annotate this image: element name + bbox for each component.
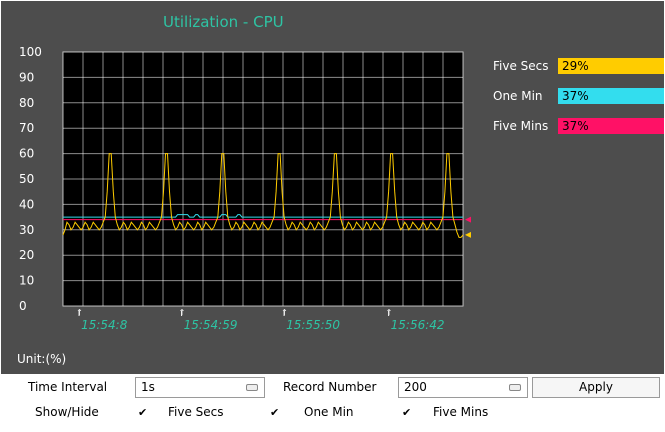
- controls-bar: Time Interval 1s Record Number 200 Apply…: [0, 376, 665, 432]
- y-tick-label: 0: [19, 299, 27, 313]
- time-interval-value: 1s: [141, 380, 155, 394]
- series-end-marker: [465, 231, 471, 238]
- x-tick-label: 15:55:50: [286, 318, 340, 332]
- x-tick-arrow: ↑: [179, 308, 186, 317]
- five-secs-checkbox[interactable]: ✔: [138, 406, 147, 420]
- y-tick-label: 70: [19, 121, 34, 135]
- dropdown-icon[interactable]: [246, 384, 258, 391]
- unit-label: Unit:(%): [17, 352, 67, 366]
- x-tick-label: 15:54:59: [184, 318, 238, 332]
- legend-value: 37%: [558, 118, 664, 134]
- record-number-label: Record Number: [283, 380, 377, 394]
- y-tick-label: 60: [19, 147, 34, 161]
- y-tick-label: 100: [19, 45, 42, 59]
- x-tick-label: 15:56:42: [391, 318, 445, 332]
- y-tick-label: 80: [19, 96, 34, 110]
- time-interval-label: Time Interval: [28, 380, 108, 394]
- five-secs-checkbox-label: Five Secs: [168, 405, 224, 419]
- five-mins-checkbox[interactable]: ✔: [402, 406, 411, 420]
- one-min-checkbox-label: One Min: [304, 405, 354, 419]
- series-end-marker: [465, 216, 471, 223]
- y-tick-label: 20: [19, 248, 34, 262]
- time-interval-select[interactable]: 1s: [135, 377, 265, 398]
- legend-value: 29%: [558, 58, 664, 74]
- show-hide-label: Show/Hide: [35, 405, 99, 419]
- legend-value: 37%: [558, 88, 664, 104]
- five-mins-checkbox-label: Five Mins: [433, 405, 489, 419]
- one-min-checkbox[interactable]: ✔: [270, 406, 279, 420]
- y-tick-label: 30: [19, 223, 34, 237]
- x-tick-label: 15:54:8: [81, 318, 128, 332]
- legend-label: Five Mins: [493, 119, 549, 133]
- x-tick-arrow: ↑: [76, 308, 83, 317]
- y-tick-label: 90: [19, 70, 34, 84]
- apply-button[interactable]: Apply: [532, 377, 660, 398]
- legend-label: One Min: [493, 89, 543, 103]
- y-tick-label: 10: [19, 274, 34, 288]
- record-number-value: 200: [404, 380, 427, 394]
- legend-label: Five Secs: [493, 59, 549, 73]
- y-tick-label: 50: [19, 172, 34, 186]
- x-tick-arrow: ↑: [281, 308, 288, 317]
- cpu-chart: 0102030405060708090100 ↑15:54:8↑15:54:59…: [19, 45, 471, 332]
- dropdown-icon[interactable]: [509, 384, 521, 391]
- record-number-select[interactable]: 200: [398, 377, 528, 398]
- x-tick-arrow: ↑: [386, 308, 393, 317]
- cpu-utilization-panel: Utilization - CPU 0 10 20 30 40 50 60 70 80 90 100…: [0, 0, 665, 375]
- y-tick-label: 40: [19, 197, 34, 211]
